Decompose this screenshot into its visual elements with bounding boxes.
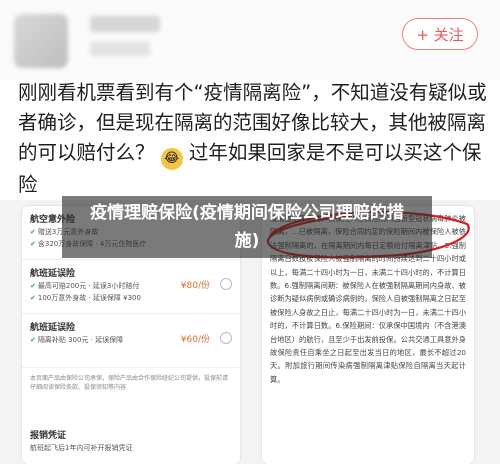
insurance-row: 航班延误险 ✔ 隔离补贴 300元 · 延误保障 ¥60/份 bbox=[22, 314, 240, 368]
check-icon: ✔ bbox=[30, 294, 36, 302]
article-title-overlay: 疫情理赔保险(疫情期间保险公司理赔的措施) bbox=[62, 196, 432, 258]
disclaimer-text: 本页面产品由保险公司承保，保险产品由合作保险经纪公司提供，投保前请仔细阅读保险条… bbox=[30, 375, 229, 391]
check-icon: ✔ bbox=[30, 282, 36, 290]
blurred-subtitle bbox=[90, 42, 150, 56]
check-icon: ✔ bbox=[30, 336, 36, 344]
check-icon: ✔ bbox=[30, 228, 36, 236]
follow-button[interactable]: + 关注 bbox=[402, 18, 478, 50]
insurance-row: 航班延误险 ✔ 最高可赔200元 · 延误3小时赔付 ✔ 100万意外身故 · 延误… bbox=[22, 260, 240, 314]
check-icon: ✔ bbox=[30, 240, 36, 248]
voucher-detail: 航班起飞后1年内可补开报销凭证 bbox=[30, 444, 133, 452]
select-radio[interactable] bbox=[220, 332, 232, 344]
insurance-detail: ✔ 100万意外身故 · 延误保障 ¥300 bbox=[30, 294, 141, 302]
avatar[interactable] bbox=[14, 14, 68, 68]
laughing-emoji-icon: 😂 bbox=[160, 148, 183, 170]
post-text: 刚刚看机票看到有个“疫情隔离险”，不知道没有疑似或者确诊，但是现在隔离的范围好像… bbox=[18, 78, 488, 200]
post-header: + 关注 bbox=[0, 0, 500, 80]
select-radio[interactable] bbox=[220, 278, 232, 290]
voucher-title: 报销凭证 bbox=[30, 431, 67, 441]
blurred-username bbox=[90, 16, 160, 32]
insurance-price: ¥80/份 bbox=[180, 281, 210, 291]
insurance-price: ¥60/份 bbox=[180, 335, 210, 345]
